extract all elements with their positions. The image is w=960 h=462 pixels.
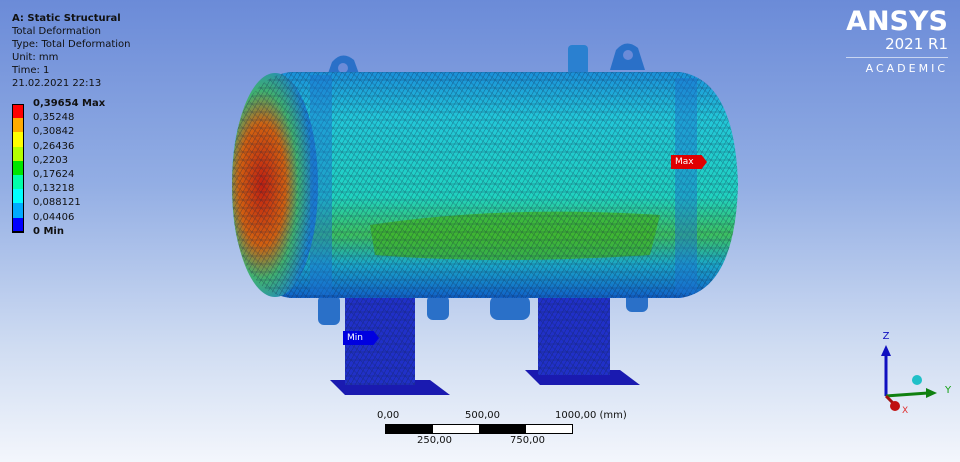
scale-label: 1000,00 (mm) (555, 410, 627, 421)
scale-label: 750,00 (510, 435, 545, 446)
scale-label: 250,00 (417, 435, 452, 446)
triad-z-label: Z (883, 331, 890, 342)
triad-y-label: Y (944, 385, 952, 396)
tank-model[interactable]: Z Y X (0, 0, 960, 462)
scale-label: 0,00 (377, 410, 400, 421)
min-probe-label[interactable]: Min (343, 331, 379, 345)
scale-label: 500,00 (465, 410, 500, 421)
coordinate-triad[interactable]: Z Y X (881, 331, 952, 416)
scale-bar-graphic (385, 424, 573, 434)
max-probe-label[interactable]: Max (671, 155, 707, 169)
triad-x-label: X (902, 406, 908, 416)
